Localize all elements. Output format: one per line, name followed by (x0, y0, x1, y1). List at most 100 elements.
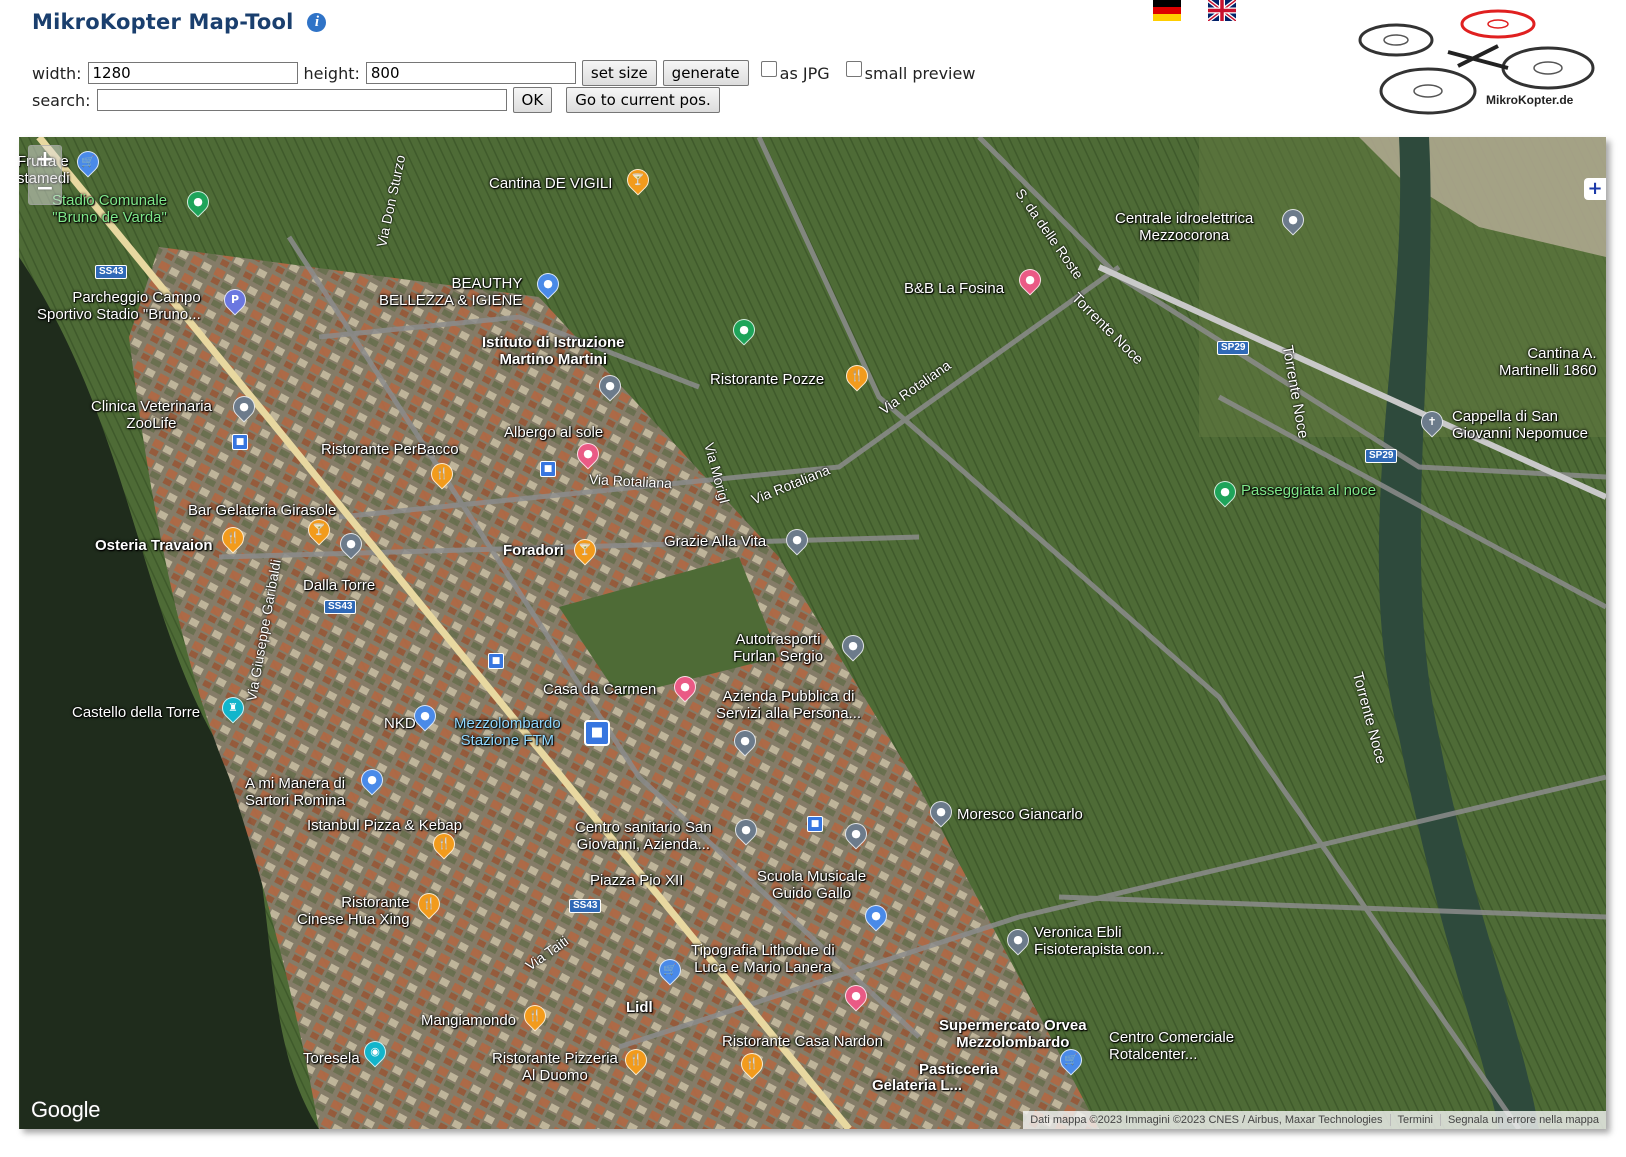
hotel-pin-icon[interactable]: ● (840, 980, 872, 1013)
place-label-fosina: B&B La Fosina (904, 280, 1005, 297)
moresco-pin-icon[interactable]: ● (925, 796, 957, 829)
generate-button[interactable]: generate (662, 60, 749, 86)
place-label-carmen: Casa da Carmen (543, 681, 657, 698)
set-size-button[interactable]: set size (581, 60, 657, 86)
small-preview-label: small preview (864, 63, 976, 83)
place-label-duomo: Ristorante Pizzeria Al Duomo (492, 1050, 618, 1084)
as-jpg-checkbox[interactable] (760, 61, 777, 77)
height-input[interactable] (365, 62, 576, 84)
place-label-istituto: Istituto di Istruzione Martino Martini (482, 334, 625, 368)
restaurant-pin-icon-3[interactable]: 🍴 (413, 888, 445, 921)
place-label-mangiamondo: Mangiamondo (421, 1012, 517, 1029)
bus-stop-icon[interactable]: ■ (232, 434, 248, 450)
road-shield-ss43: SS43 (95, 265, 128, 279)
ok-button[interactable]: OK (512, 87, 553, 113)
bnb-pin-icon[interactable]: ● (1014, 264, 1046, 297)
page-title: MikroKopter Map-Tool (32, 10, 294, 34)
place-label-sanitario: Centro sanitario San Giovanni, Azienda..… (575, 819, 712, 853)
powerplant-pin-icon[interactable]: ● (1277, 204, 1309, 237)
lidl-pin-icon[interactable]: 🛒 (654, 954, 686, 987)
map-attribution: Dati mappa ©2023 Immagini ©2023 CNES / A… (1023, 1111, 1606, 1129)
small-preview-checkbox[interactable] (845, 61, 862, 77)
info-icon[interactable]: i (307, 12, 327, 32)
azienda-pin-icon[interactable]: ● (729, 725, 761, 758)
mikrokopter-logo: MikroKopter.de (1358, 6, 1598, 124)
zoom-out-button[interactable]: − (29, 175, 61, 204)
store-pin-icon[interactable]: ● (356, 764, 388, 797)
parking-pin-icon[interactable]: P (219, 284, 251, 317)
place-label-amimanera: A mi Manera di Sartori Romina (245, 775, 346, 809)
bus-stop-icon-3[interactable]: ■ (488, 653, 504, 669)
physio-pin-icon[interactable]: ● (1002, 924, 1034, 957)
title-row: MikroKopter Map-Tool i (32, 10, 327, 34)
camera-pin-icon[interactable]: ◉ (359, 1036, 391, 1069)
place-label-tipografia: Tipografia Lithodue di Luca e Mario Lane… (691, 942, 835, 976)
place-label-albergo: Albergo al sole (504, 424, 604, 441)
school-pin-icon-2[interactable]: ● (594, 370, 626, 403)
place-label-martinelli: Cantina A. Martinelli 1860 (1499, 345, 1597, 379)
supermarket-pin-icon[interactable]: 🛒 (1055, 1044, 1087, 1077)
stadium-pin-icon[interactable]: ● (182, 186, 214, 219)
height-label: height: (303, 63, 360, 83)
place-label-toresela: Toresela (303, 1050, 360, 1067)
place-label-pozze: Ristorante Pozze (710, 371, 825, 388)
uk-flag-icon[interactable] (1208, 0, 1236, 21)
shop-pin-icon[interactable]: 🛒 (72, 146, 104, 179)
chapel-pin-icon[interactable]: ✝ (1416, 406, 1448, 439)
place-label-clinica: Clinica Veterinaria ZooLife (91, 398, 212, 432)
cantina-pin-icon[interactable]: 🍸 (622, 164, 654, 197)
search-input[interactable] (96, 89, 507, 111)
albergo-pin-icon[interactable]: ● (572, 438, 604, 471)
place-pin-icon[interactable]: ● (335, 528, 367, 561)
school-pin-icon[interactable]: ● (840, 818, 872, 851)
place-label-scuola: Scuola Musicale Guido Gallo (757, 868, 867, 902)
restaurant-pin-icon-5[interactable]: 🍴 (620, 1044, 652, 1077)
restaurant-pin-icon-6[interactable]: 🍴 (736, 1048, 768, 1081)
terms-link[interactable]: Termini (1389, 1114, 1440, 1126)
place-label-grazie: Grazie Alla Vita (664, 533, 767, 550)
clinic-pin-icon[interactable]: ● (228, 391, 260, 424)
place-label-dallatorre: Dalla Torre (303, 577, 376, 594)
place-label-lidl: Lidl (626, 999, 653, 1016)
park-pin-icon[interactable]: ● (728, 314, 760, 347)
bar-pin-icon[interactable]: 🍸 (303, 514, 335, 547)
truck-pin-icon[interactable]: ● (837, 630, 869, 663)
grazie-pin-icon[interactable]: ● (781, 524, 813, 557)
health-pin-icon[interactable]: ● (730, 814, 762, 847)
go-to-current-pos-button[interactable]: Go to current pos. (566, 87, 720, 113)
report-error-link[interactable]: Segnala un errore nella mappa (1439, 1114, 1606, 1126)
place-label-travaion: Osteria Travaion (95, 537, 213, 554)
german-flag-icon[interactable] (1153, 0, 1181, 21)
print-pin-icon[interactable]: ● (860, 900, 892, 933)
place-label-veronica: Veronica Ebli Fisioterapista con... (1034, 924, 1165, 958)
castle-pin-icon[interactable]: ♜ (217, 692, 249, 725)
width-input[interactable] (87, 62, 298, 84)
zoom-control: + − (28, 145, 62, 205)
beauty-pin-icon[interactable]: ● (532, 268, 564, 301)
satellite-map[interactable]: Via Don Sturzo Via Rotaliana Via Rotalia… (19, 137, 1606, 1129)
nkd-pin-icon[interactable]: ● (409, 700, 441, 733)
place-label-vigili: Cantina DE VIGILI (489, 175, 613, 192)
restaurant-pin-icon-2[interactable]: 🍴 (217, 522, 249, 555)
place-label-gelateria: Gelateria L... (872, 1077, 963, 1094)
zoom-in-button[interactable]: + (29, 146, 61, 175)
hiking-pin-icon[interactable]: ● (1209, 476, 1241, 509)
bus-stop-icon-4[interactable]: ■ (807, 816, 823, 832)
winery-pin-icon[interactable]: 🍸 (569, 534, 601, 567)
bus-stop-icon-2[interactable]: ■ (540, 461, 556, 477)
pizza-pin-icon[interactable]: 🍴 (428, 828, 460, 861)
size-row: width: height: set size generate as JPG … (32, 60, 979, 86)
place-label-nkd: NKD (384, 715, 416, 732)
hotel-pin-icon-2[interactable]: ● (669, 671, 701, 704)
restaurant-pin-icon[interactable]: 🍴 (426, 458, 458, 491)
pozze-pin-icon[interactable]: 🍴 (841, 360, 873, 393)
expand-map-button[interactable]: + (1584, 178, 1606, 200)
place-label-stadio: Stadio Comunale "Bruno de Varda" (52, 192, 168, 226)
place-label-azienda: Azienda Pubblica di Servizi alla Persona… (716, 688, 862, 722)
train-station-icon[interactable]: ■ (584, 720, 610, 746)
as-jpg-label: as JPG (779, 63, 830, 83)
place-label-huaxing: Ristorante Cinese Hua Xing (297, 894, 410, 928)
restaurant-pin-icon-4[interactable]: 🍴 (519, 1000, 551, 1033)
search-row: search: OK Go to current pos. (32, 87, 979, 113)
place-label-pasticceria: Pasticceria (919, 1061, 999, 1078)
